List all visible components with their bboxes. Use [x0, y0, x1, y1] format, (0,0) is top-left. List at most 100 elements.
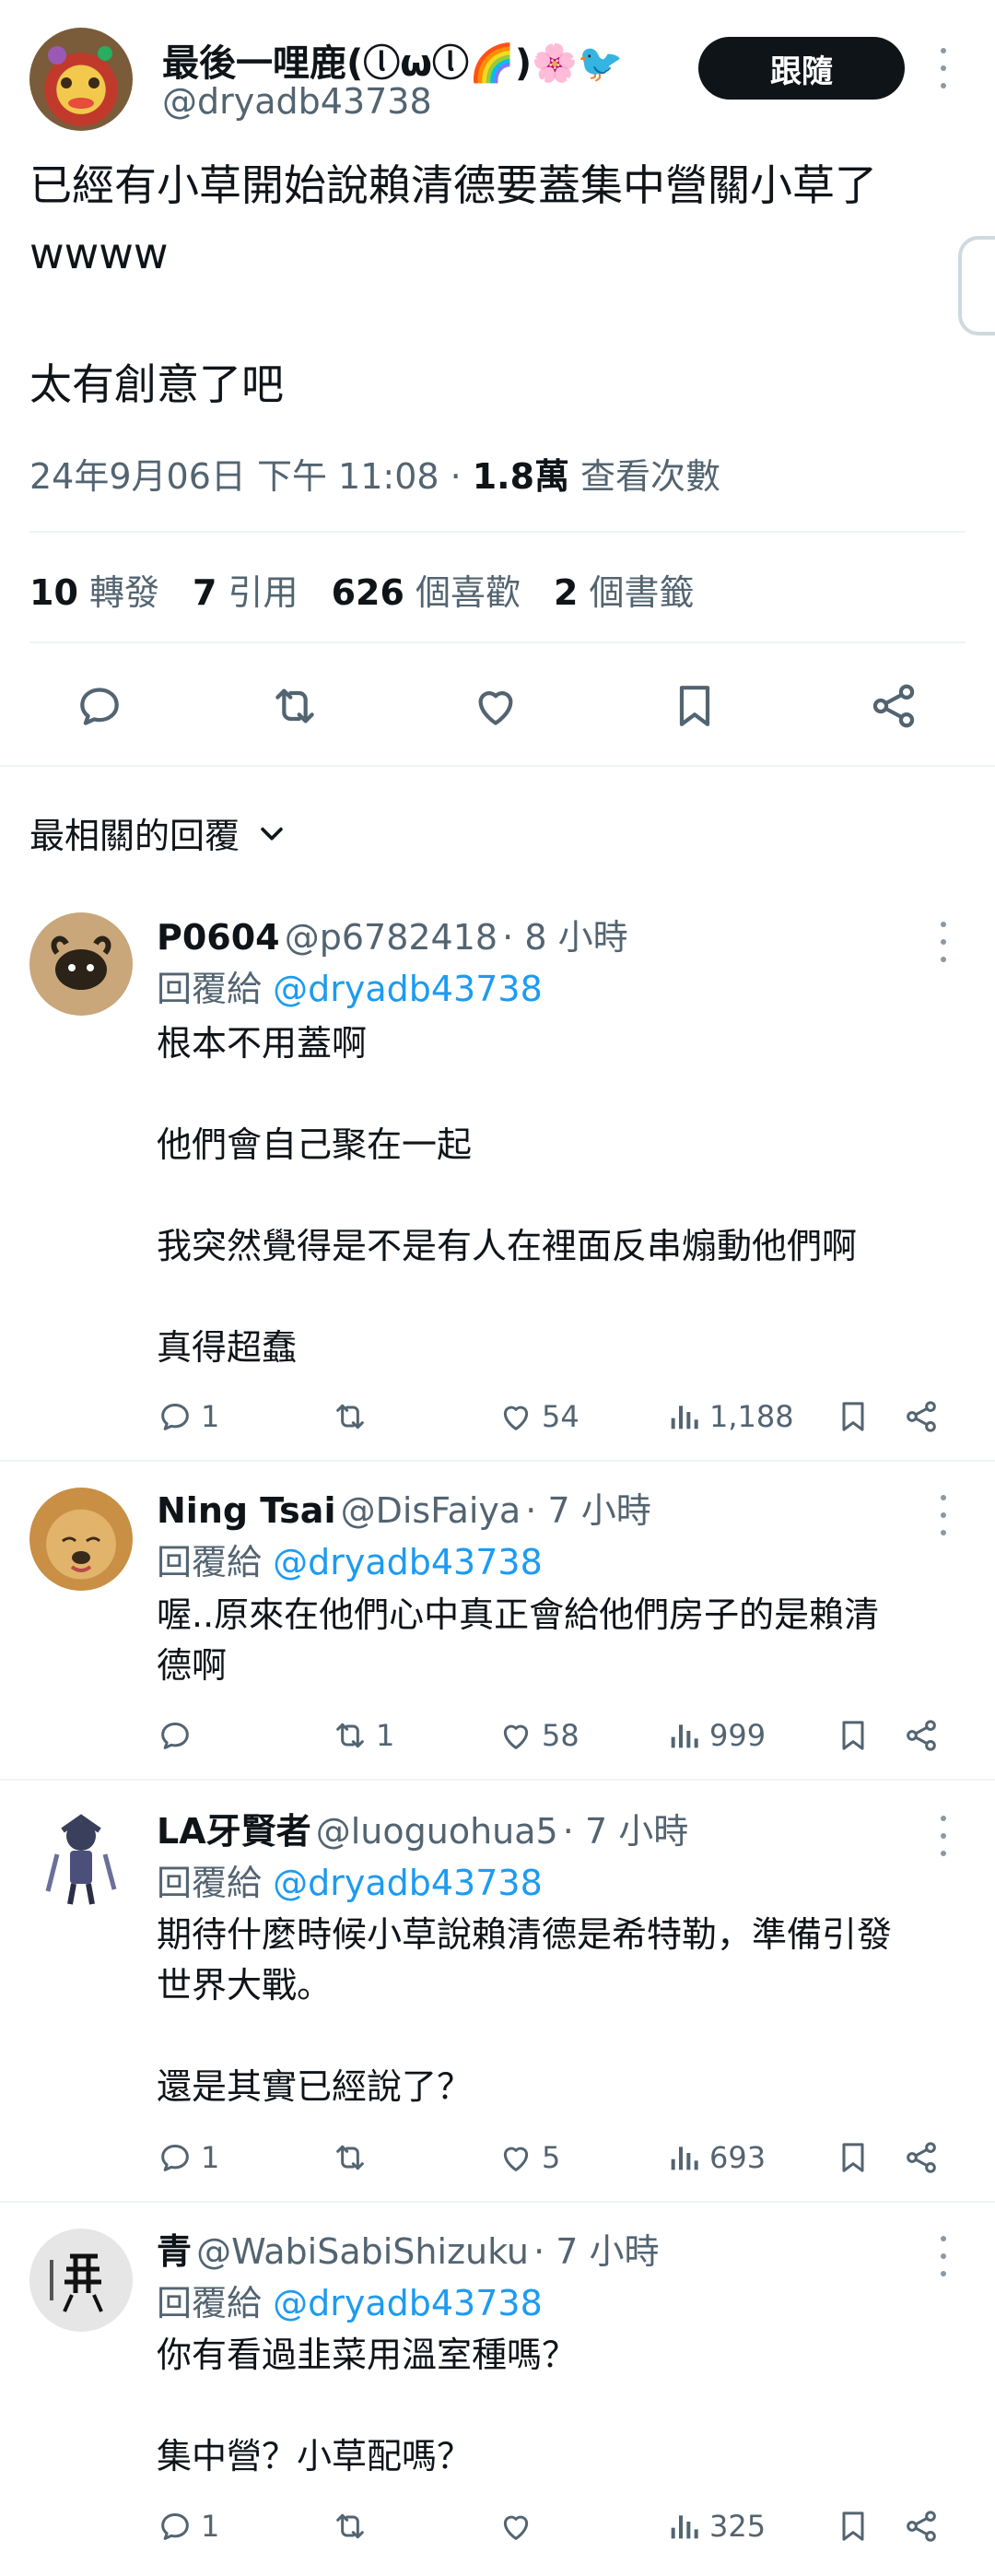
reply-like-action[interactable]: 58 [498, 1712, 579, 1759]
share-icon [907, 2142, 936, 2173]
repost-icon [336, 2513, 364, 2539]
repost-icon[interactable] [269, 680, 321, 732]
reply-count: 1 [201, 2509, 220, 2544]
reply-header: 青 @WabiSabiShizuku · 7 小時 [157, 2223, 660, 2274]
likes-label: 個喜歡 [415, 572, 521, 613]
reply-repost-action[interactable] [332, 2503, 376, 2549]
reply-bookmark-action[interactable] [835, 2135, 872, 2181]
replies-sort-dropdown[interactable]: 最相關的回覆 [29, 807, 287, 858]
bookmarks-stat[interactable]: 2 個書籤 [554, 564, 695, 615]
views-count: 325 [709, 2509, 767, 2544]
reply-reply-action[interactable]: 1 [157, 1394, 219, 1440]
reposts-count: 10 [29, 572, 78, 613]
reply-reply-action[interactable]: 1 [157, 2503, 219, 2549]
share-icon[interactable] [868, 680, 919, 732]
views-count: 693 [709, 2140, 767, 2175]
reply-avatar[interactable] [29, 1488, 133, 1591]
reply-to-line: 回覆給 @dryadb43738 [157, 960, 543, 1011]
like-icon [503, 1724, 529, 1749]
likes-stat[interactable]: 626 個喜歡 [332, 564, 521, 615]
reply-actions: 1 5 693 [157, 2135, 967, 2181]
reply-share-action[interactable] [903, 1394, 940, 1440]
reply-repost-action[interactable] [332, 1394, 376, 1440]
author-handle[interactable]: @dryadb43738 [162, 81, 432, 122]
reply-like-action[interactable] [498, 2503, 542, 2549]
reply-header: Ning Tsai @DisFaiya · 7 小時 [157, 1482, 651, 1533]
tweet-stats-row: 10 轉發 7 引用 626 個喜歡 2 個書籤 [29, 564, 695, 615]
share-icon [907, 2511, 936, 2542]
reply-repost-action[interactable] [332, 2135, 376, 2181]
tweet-views-label: 查看次數 [580, 456, 721, 497]
reposts-stat[interactable]: 10 轉發 [29, 564, 159, 615]
reply-repost-action[interactable]: 1 [332, 1712, 394, 1759]
tweet-meta-row: 24年9月06日 下午 11:08 · 1.8萬 查看次數 [29, 448, 720, 499]
author-avatar[interactable] [29, 28, 133, 131]
reply-more-icon[interactable] [934, 2236, 953, 2276]
more-options-icon[interactable] [934, 48, 953, 88]
tweet-timestamp[interactable]: 24年9月06日 下午 11:08 · [29, 448, 462, 499]
reply-avatar[interactable] [29, 912, 133, 1016]
reply-author-name[interactable]: LA牙賢者 [157, 1811, 311, 1852]
repost-count: 1 [376, 1718, 395, 1753]
reply-more-icon[interactable] [934, 1816, 953, 1856]
reply-avatar[interactable] [29, 1808, 133, 1911]
reply-actions: 1 58 999 [157, 1712, 967, 1759]
like-icon [503, 2147, 529, 2171]
reply-icon[interactable] [74, 680, 125, 732]
reply-share-action[interactable] [903, 2503, 940, 2549]
repost-icon [336, 1404, 364, 1429]
reply-header: LA牙賢者 @luoguohua5 · 7 小時 [157, 1803, 688, 1853]
reply-avatar[interactable] [29, 2229, 133, 2332]
reply-share-action[interactable] [903, 2135, 940, 2181]
views-icon [671, 1406, 698, 1429]
reply-views-action[interactable]: 693 [665, 2135, 766, 2181]
reply-author-handle[interactable]: @DisFaiya [341, 1490, 521, 1531]
views-count: 999 [709, 1718, 767, 1753]
follow-button[interactable]: 跟隨 [698, 37, 905, 100]
reply-views-action[interactable]: 999 [665, 1712, 766, 1759]
author-display-name[interactable]: 最後一哩鹿(ⓛωⓛ🌈)🌸🐦 [162, 33, 624, 87]
reply-author-handle[interactable]: @p6782418 [285, 917, 498, 958]
bookmark-icon[interactable] [669, 680, 720, 732]
reply-author-name[interactable]: P0604 [157, 917, 280, 958]
quotes-count: 7 [193, 572, 217, 613]
reply-bookmark-action[interactable] [835, 1712, 872, 1759]
like-icon [503, 1406, 529, 1430]
bookmark-icon [842, 1721, 864, 1750]
reply-header: P0604 @p6782418 · 8 小時 [157, 909, 628, 959]
reply-like-action[interactable]: 5 [498, 2135, 560, 2181]
quotes-stat[interactable]: 7 引用 [193, 564, 298, 615]
share-icon [907, 1401, 936, 1432]
reply-more-icon[interactable] [934, 922, 953, 962]
repost-icon [336, 2145, 364, 2170]
reposts-label: 轉發 [88, 572, 159, 613]
side-panel-handle[interactable] [958, 236, 995, 335]
reply-views-action[interactable]: 1,188 [665, 1394, 794, 1440]
reply-author-handle[interactable]: @luoguohua5 [316, 1811, 558, 1852]
reply-reply-action[interactable]: 1 [157, 2135, 219, 2181]
reply-more-icon[interactable] [934, 1495, 953, 1535]
reply-to-handle-link[interactable]: @dryadb43738 [273, 969, 543, 1009]
reply-bookmark-action[interactable] [835, 1394, 872, 1440]
reply-views-action[interactable]: 325 [665, 2503, 766, 2549]
reply-reply-action[interactable] [157, 1712, 201, 1759]
reply-icon [161, 1723, 189, 1749]
reply-to-line: 回覆給 @dryadb43738 [157, 1534, 543, 1584]
reply-to-handle-link[interactable]: @dryadb43738 [273, 1863, 543, 1903]
reply-author-name[interactable]: 青 [157, 2231, 192, 2272]
reply-to-handle-link[interactable]: @dryadb43738 [273, 2283, 543, 2323]
views-icon [671, 2147, 698, 2170]
tweet-text-line-2: wwww [29, 229, 169, 278]
reply-to-handle-link[interactable]: @dryadb43738 [273, 1542, 543, 1582]
reply-author-name[interactable]: Ning Tsai [157, 1490, 335, 1531]
reply-count: 1 [201, 1399, 220, 1434]
like-icon[interactable] [470, 680, 521, 732]
reply-to-line: 回覆給 @dryadb43738 [157, 2275, 543, 2325]
reply-like-action[interactable]: 54 [498, 1394, 579, 1440]
reply-author-handle[interactable]: @WabiSabiShizuku [196, 2231, 529, 2272]
reply-share-action[interactable] [903, 1712, 940, 1759]
reply-to-line: 回覆給 @dryadb43738 [157, 1854, 543, 1905]
reply-icon [161, 2513, 189, 2540]
reply-time: · 7 小時 [525, 1490, 651, 1531]
reply-bookmark-action[interactable] [835, 2503, 872, 2549]
